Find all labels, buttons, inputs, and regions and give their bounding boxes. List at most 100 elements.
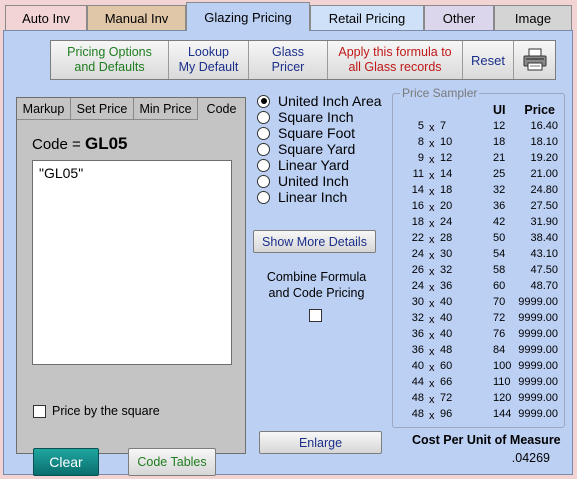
printer-icon	[523, 48, 546, 71]
lookup-label-1: Lookup	[187, 45, 229, 59]
price-by-square-checkbox[interactable]	[33, 404, 46, 418]
sampler-price: 9999.00	[518, 296, 558, 308]
show-more-details-button[interactable]: Show More Details	[253, 230, 376, 253]
cost-per-unit-value: .04269	[511, 451, 550, 465]
lookup-default-button[interactable]: Lookup My Default	[169, 41, 249, 79]
sampler-price: 9999.00	[518, 312, 558, 324]
radio[interactable]	[257, 142, 270, 156]
sampler-times: x	[429, 186, 435, 198]
unit-option-united-inch-area[interactable]: United Inch Area	[257, 93, 382, 109]
sampler-row: 16 x 20 36 27.50	[393, 200, 566, 216]
tab-auto-inv[interactable]: Auto Inv	[5, 5, 87, 30]
sampler-times: x	[429, 410, 435, 422]
unit-option-linear-yard[interactable]: Linear Yard	[257, 157, 382, 173]
radio[interactable]	[257, 126, 270, 140]
sampler-price: 19.20	[530, 152, 558, 164]
radio[interactable]	[257, 190, 270, 204]
sampler-times: x	[429, 250, 435, 262]
subtab-set-price[interactable]: Set Price	[71, 98, 134, 120]
subtab-markup[interactable]: Markup	[17, 98, 71, 120]
sampler-ui: 70	[493, 296, 506, 308]
unit-option-united-inch[interactable]: United Inch	[257, 173, 382, 189]
sampler-ui: 54	[493, 248, 506, 260]
radio-selected[interactable]	[257, 94, 270, 108]
glass-pricer-label-1: Glass	[272, 45, 304, 59]
sampler-price: 9999.00	[518, 392, 558, 404]
sampler-row: 36 x 48 84 9999.00	[393, 344, 566, 360]
tab-image[interactable]: Image	[494, 5, 572, 30]
unit-label: United Inch	[278, 173, 349, 189]
sampler-times: x	[429, 234, 435, 246]
sampler-row: 36 x 40 76 9999.00	[393, 328, 566, 344]
code-panel: Markup Set Price Min Price Code Code = G…	[16, 97, 246, 476]
code-tables-button[interactable]: Code Tables	[128, 448, 216, 476]
sampler-times: x	[429, 298, 435, 310]
sampler-row: 8 x 10 18 18.10	[393, 136, 566, 152]
sampler-ui: 144	[493, 408, 512, 420]
price-by-square-label: Price by the square	[52, 404, 160, 418]
sampler-height: 40	[440, 312, 453, 324]
sampler-height: 28	[440, 232, 453, 244]
sampler-width: 9	[417, 152, 424, 164]
sampler-row: 9 x 12 21 19.20	[393, 152, 566, 168]
print-button[interactable]	[514, 41, 555, 79]
tab-glazing-pricing[interactable]: Glazing Pricing	[186, 2, 310, 31]
code-formula-textarea[interactable]: "GL05"	[32, 160, 232, 365]
pricing-options-button[interactable]: Pricing Options and Defaults	[51, 41, 169, 79]
sampler-height: 72	[440, 392, 453, 404]
subtab-code[interactable]: Code	[198, 98, 245, 120]
sampler-row: 11 x 14 25 21.00	[393, 168, 566, 184]
subtab-min-price[interactable]: Min Price	[134, 98, 198, 120]
radio[interactable]	[257, 158, 270, 172]
sampler-width: 24	[411, 248, 424, 260]
sampler-width: 36	[411, 344, 424, 356]
sampler-row: 24 x 36 60 48.70	[393, 280, 566, 296]
sampler-height: 40	[440, 296, 453, 308]
sampler-times: x	[429, 138, 435, 150]
tab-retail-pricing[interactable]: Retail Pricing	[310, 5, 424, 30]
clear-button[interactable]: Clear	[33, 448, 99, 476]
sampler-width: 30	[411, 296, 424, 308]
unit-option-square-inch[interactable]: Square Inch	[257, 109, 382, 125]
unit-option-linear-inch[interactable]: Linear Inch	[257, 189, 382, 205]
radio[interactable]	[257, 110, 270, 124]
glass-pricer-button[interactable]: Glass Pricer	[249, 41, 328, 79]
combine-checkbox[interactable]	[309, 309, 322, 322]
sampler-height: 30	[440, 248, 453, 260]
price-by-square-row[interactable]: Price by the square	[33, 404, 160, 418]
sampler-price: 48.70	[530, 280, 558, 292]
enlarge-button[interactable]: Enlarge	[259, 431, 382, 454]
unit-option-square-foot[interactable]: Square Foot	[257, 125, 382, 141]
sampler-height: 7	[440, 120, 447, 132]
sampler-times: x	[429, 314, 435, 326]
sampler-price: 9999.00	[518, 344, 558, 356]
sampler-ui: 120	[493, 392, 512, 404]
cost-per-unit-label: Cost Per Unit of Measure	[412, 433, 561, 447]
sampler-ui: 25	[493, 168, 506, 180]
tab-manual-inv[interactable]: Manual Inv	[87, 5, 186, 30]
sampler-times: x	[429, 170, 435, 182]
reset-button[interactable]: Reset	[463, 41, 514, 79]
sampler-height: 20	[440, 200, 453, 212]
unit-option-square-yard[interactable]: Square Yard	[257, 141, 382, 157]
sampler-height: 66	[440, 376, 453, 388]
sampler-row: 5 x 7 12 16.40	[393, 120, 566, 136]
radio[interactable]	[257, 174, 270, 188]
sampler-price: 9999.00	[518, 376, 558, 388]
sampler-ui: 58	[493, 264, 506, 276]
code-prefix: Code =	[32, 136, 81, 153]
sampler-width: 24	[411, 280, 424, 292]
apply-formula-button[interactable]: Apply this formula to all Glass records	[328, 41, 463, 79]
unit-label: Square Foot	[278, 125, 356, 141]
sampler-height: 10	[440, 136, 453, 148]
unit-label: Square Inch	[278, 109, 354, 125]
sampler-ui: 42	[493, 216, 506, 228]
glass-pricer-label-2: Pricer	[271, 60, 305, 74]
sampler-width: 26	[411, 264, 424, 276]
tab-other[interactable]: Other	[424, 5, 494, 30]
sampler-width: 22	[411, 232, 424, 244]
sampler-ui: 32	[493, 184, 506, 196]
sampler-ui: 50	[493, 232, 506, 244]
sampler-times: x	[429, 282, 435, 294]
sampler-width: 32	[411, 312, 424, 324]
